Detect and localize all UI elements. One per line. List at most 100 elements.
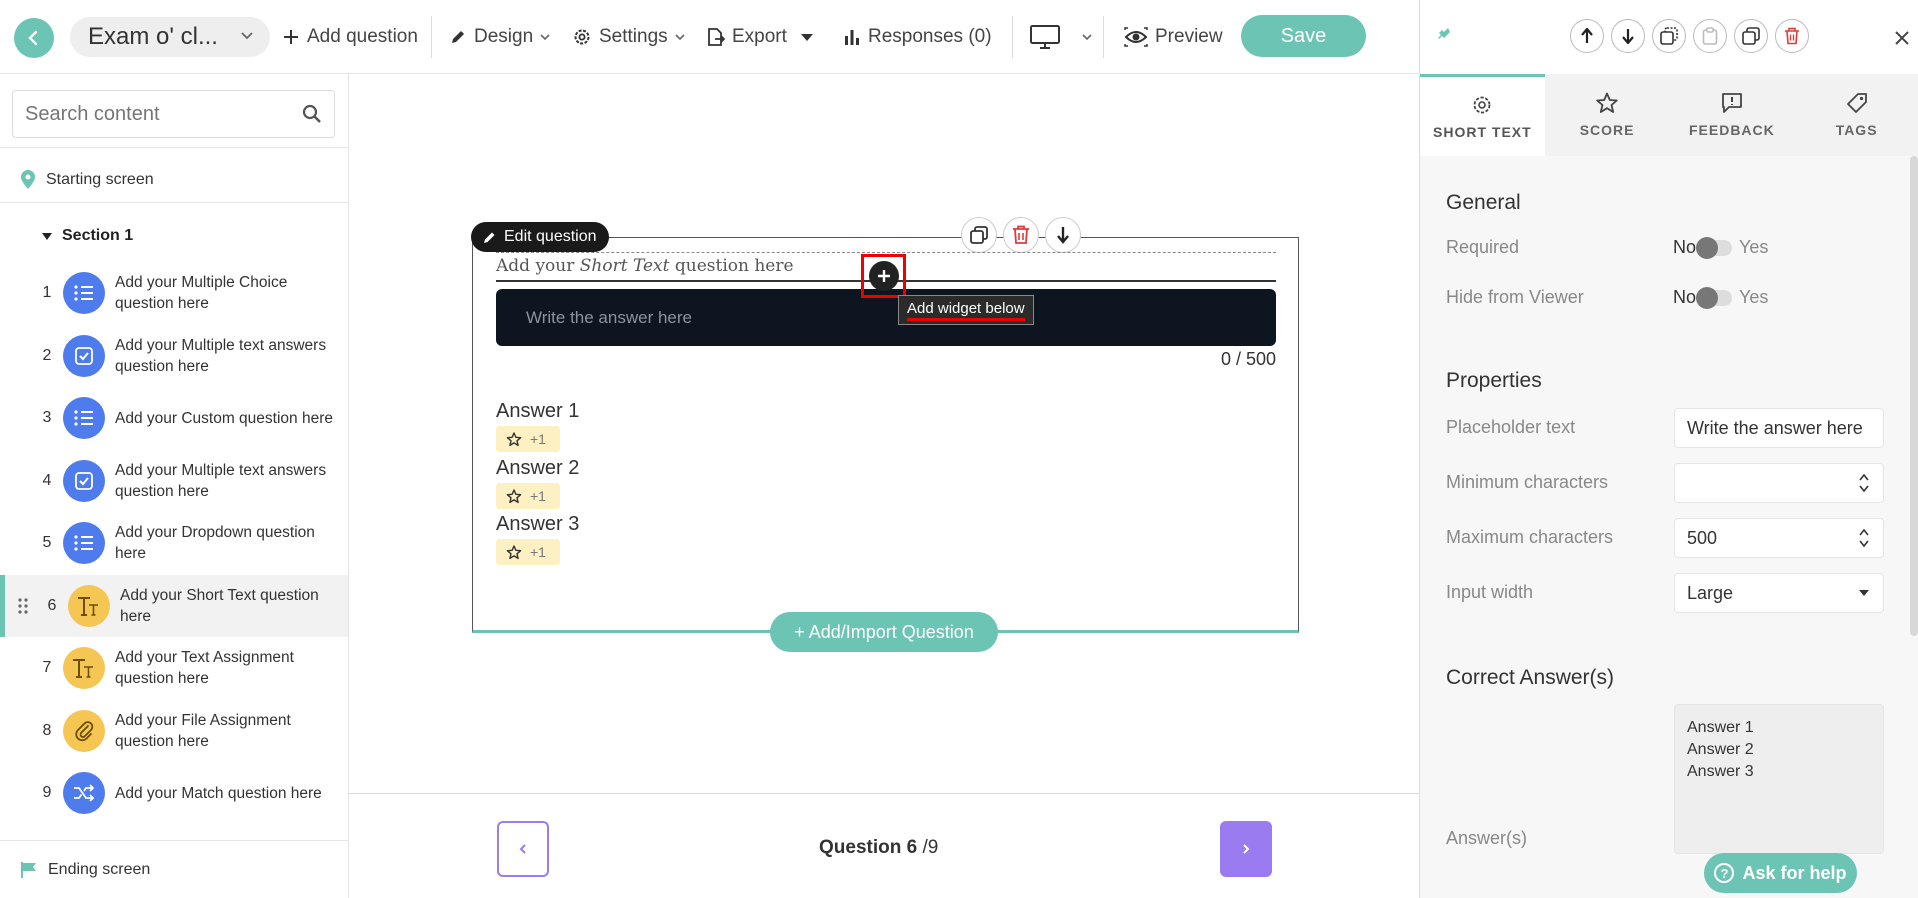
copy-dashed-icon — [1660, 27, 1678, 45]
add-question-button[interactable]: Add question — [282, 24, 418, 50]
plus-icon — [284, 30, 298, 44]
tab-label: SCORE — [1579, 122, 1635, 138]
tab-tags[interactable]: TAGS — [1794, 74, 1918, 156]
properties-heading: Properties — [1446, 369, 1542, 392]
add-widget-tooltip: Add widget below — [898, 295, 1034, 325]
move-down-button[interactable] — [1611, 19, 1645, 53]
answer-label: Answer 1 — [496, 400, 580, 422]
answer-score-chip[interactable]: +1 — [496, 426, 560, 452]
add-widget-button[interactable] — [861, 254, 906, 298]
sidebar-question-item[interactable]: 6 Add your Short Text question here — [0, 574, 348, 637]
sidebar-question-item[interactable]: 7 Add your Text Assignment question here — [0, 637, 348, 699]
list-icon — [63, 272, 105, 314]
map-pin-icon — [21, 170, 35, 189]
toggle-track[interactable] — [1696, 236, 1733, 259]
ask-for-help-label: Ask for help — [1742, 862, 1847, 883]
chevron-right-icon — [1243, 844, 1250, 854]
save-button[interactable]: Save — [1241, 15, 1366, 57]
duplicate-button[interactable] — [1734, 19, 1768, 53]
toggle-yes-label: Yes — [1739, 287, 1769, 307]
maximum-characters-input[interactable]: 500 — [1674, 518, 1884, 558]
back-button[interactable] — [14, 18, 54, 58]
placeholder-text-label: Placeholder text — [1446, 417, 1576, 437]
tab-feedback[interactable]: FEEDBACK — [1670, 74, 1795, 156]
score-value: +1 — [530, 544, 546, 560]
panel-scrollbar[interactable] — [1910, 156, 1918, 636]
question-mark-icon: ? — [1714, 863, 1735, 883]
delete-question-button[interactable] — [1003, 217, 1039, 253]
sidebar-question-item[interactable]: 5 Add your Dropdown question here — [0, 512, 348, 574]
responses-button[interactable]: Responses (0) — [843, 24, 992, 50]
toggle-track[interactable] — [1696, 286, 1733, 309]
input-width-label: Input width — [1446, 582, 1534, 602]
spinner-icon[interactable] — [1859, 527, 1869, 549]
toolbar-divider — [431, 16, 432, 58]
next-question-button[interactable] — [1220, 821, 1272, 877]
question-label: Add your Text Assignment question here — [115, 649, 294, 687]
starting-screen-item[interactable]: Starting screen — [20, 170, 154, 190]
move-up-button[interactable] — [1570, 19, 1604, 53]
tag-icon — [1846, 93, 1867, 113]
sidebar-question-item[interactable]: 1 Add your Multiple Choice question here — [0, 262, 348, 324]
panel-toolbar — [1420, 0, 1918, 74]
close-panel-button[interactable] — [1895, 24, 1909, 52]
sidebar-question-item[interactable]: 3 Add your Custom question here — [0, 387, 348, 449]
tab-short-text[interactable]: SHORT TEXT — [1420, 74, 1545, 156]
toolbar-divider — [1103, 16, 1104, 58]
pin-icon[interactable] — [1434, 26, 1452, 44]
trash-icon — [1013, 225, 1029, 244]
pencil-icon — [484, 232, 495, 243]
copy-icon — [1742, 27, 1760, 45]
spinner-icon[interactable] — [1859, 472, 1869, 494]
add-question-label: Add question — [307, 26, 418, 47]
answer-score-chip[interactable]: +1 — [496, 539, 560, 565]
move-down-button[interactable] — [1045, 217, 1081, 253]
duplicate-question-button[interactable] — [961, 217, 997, 253]
question-label: Add your Custom question here — [115, 409, 333, 427]
input-width-select[interactable]: Large — [1674, 573, 1884, 613]
ending-screen-item[interactable]: Ending screen — [20, 861, 150, 879]
star-icon — [506, 488, 522, 503]
star-icon — [1596, 92, 1618, 113]
paste-button[interactable] — [1693, 19, 1727, 53]
exam-title-dropdown[interactable]: Exam o' cl... — [70, 17, 270, 57]
delete-button[interactable] — [1775, 19, 1809, 53]
search-input[interactable] — [25, 102, 285, 126]
question-number: 3 — [42, 409, 52, 426]
answer-label: Answer 3 — [496, 513, 580, 535]
answer-score-chip[interactable]: +1 — [496, 483, 560, 509]
ask-for-help-button[interactable]: ? Ask for help — [1704, 853, 1857, 893]
sidebar-question-item[interactable]: 8 Add your File Assignment question here — [0, 700, 348, 762]
paperclip-icon — [63, 709, 105, 752]
sidebar-question-item[interactable]: 4 Add your Multiple text answers question… — [0, 450, 348, 512]
copy-button[interactable] — [1652, 19, 1686, 53]
question-label: Add your Multiple text answers question … — [115, 336, 327, 375]
preview-button[interactable]: Preview — [1124, 24, 1223, 50]
tab-score[interactable]: SCORE — [1545, 74, 1670, 156]
arrow-up-icon — [1581, 28, 1593, 43]
character-counter: 0 / 500 — [1220, 349, 1276, 369]
add-import-question-button[interactable]: + Add/Import Question — [770, 612, 998, 652]
export-menu[interactable]: Export — [705, 24, 813, 50]
design-menu[interactable]: Design — [449, 24, 558, 50]
drag-handle-icon[interactable] — [17, 597, 29, 615]
required-toggle[interactable]: No Yes — [1673, 236, 1768, 259]
section-header[interactable]: Section 1 — [42, 227, 133, 245]
current-question: Question 6 — [819, 837, 918, 858]
sidebar-question-item[interactable]: 2 Add your Multiple text answers question… — [0, 325, 348, 387]
minimum-characters-input[interactable] — [1674, 463, 1884, 503]
sidebar-question-item[interactable]: 9 Add your Match question here — [0, 762, 348, 824]
tab-label: SHORT TEXT — [1433, 123, 1532, 140]
question-number: 8 — [42, 721, 52, 739]
edit-question-button[interactable]: Edit question — [471, 222, 609, 252]
settings-menu[interactable]: Settings — [572, 24, 693, 50]
placeholder-text-input[interactable]: Write the answer here — [1674, 408, 1884, 448]
question-label: Add your Dropdown question here — [115, 524, 315, 562]
flag-icon — [21, 862, 36, 878]
settings-label: Settings — [599, 26, 668, 47]
search-icon[interactable] — [302, 104, 322, 124]
correct-answers-textarea[interactable]: Answer 1 Answer 2 Answer 3 — [1674, 704, 1884, 854]
device-preview-dropdown[interactable] — [1030, 24, 1100, 50]
hide-from-viewer-toggle[interactable]: No Yes — [1673, 286, 1769, 309]
previous-question-button[interactable] — [497, 821, 549, 877]
